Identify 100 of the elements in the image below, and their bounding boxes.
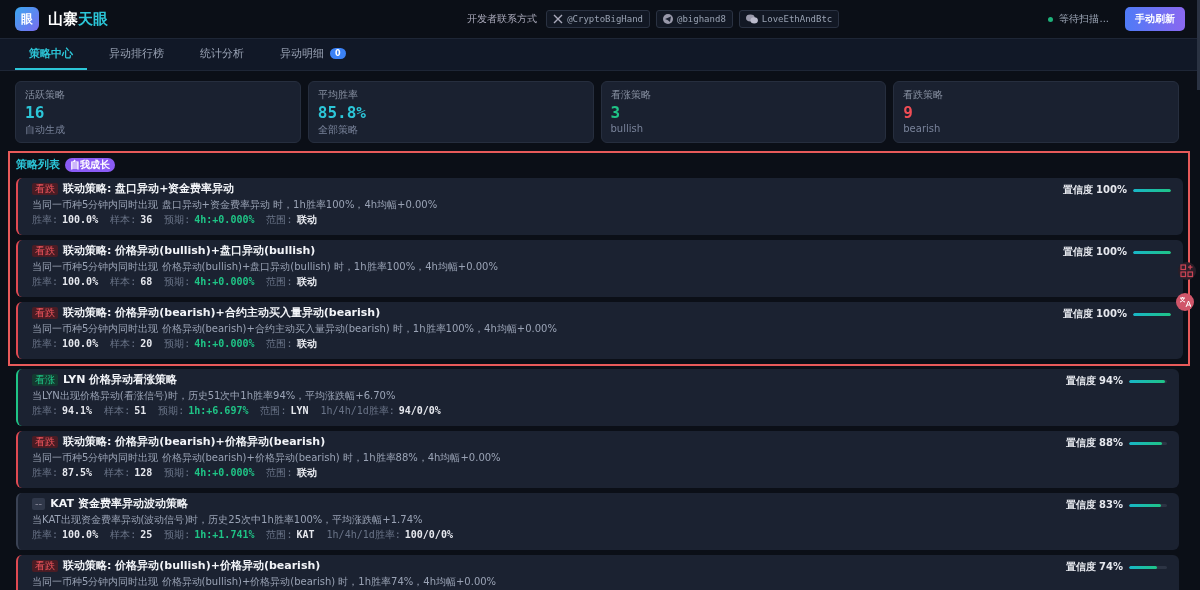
paper-plane-icon bbox=[663, 14, 674, 24]
count-badge: 0 bbox=[330, 48, 346, 59]
stat-caption: 自动生成 bbox=[25, 123, 66, 137]
chat-bubbles-icon bbox=[745, 14, 758, 24]
strategy-description: 当KAT出现资金费率异动(波动信号)时，历史25次中1h胜率100%，平均涨跌幅+1.74% bbox=[32, 513, 424, 526]
meta-label: 胜率: bbox=[32, 213, 59, 226]
strategy-description: 当同一币种5分钟内同时出现 盘口异动+资金费率异动 时，1h胜率100%，4h均幅+0.00% bbox=[32, 198, 439, 211]
meta-value: 100.0% bbox=[62, 337, 99, 350]
meta-value: LYN bbox=[290, 404, 309, 417]
meta-value: 100.0% bbox=[62, 213, 99, 226]
meta-value: 4h:+0.000% bbox=[194, 337, 255, 350]
confidence-label: 置信度 83% bbox=[1065, 498, 1123, 512]
tab[interactable]: 异动排行榜 bbox=[95, 39, 178, 70]
confidence-label: 置信度 88% bbox=[1065, 436, 1123, 450]
meta-label: 预期: bbox=[164, 275, 191, 288]
scrollbar[interactable] bbox=[1197, 0, 1200, 90]
contact-link[interactable]: @CryptoBigHand bbox=[546, 10, 651, 28]
meta-value: 联动 bbox=[296, 213, 317, 226]
stat-value: 9 bbox=[903, 103, 914, 122]
meta-label: 预期: bbox=[158, 404, 185, 417]
scan-status: 等待扫描... bbox=[1059, 12, 1109, 26]
direction-tag: 看跌 bbox=[32, 245, 58, 257]
strategy-title: KAT 资金费率异动波动策略 bbox=[50, 497, 188, 511]
status-dot bbox=[1048, 16, 1054, 22]
contact-link[interactable]: LoveEthAndBtc bbox=[738, 10, 840, 28]
meta-value: 4h:+0.000% bbox=[194, 275, 255, 288]
stat-label: 看跌策略 bbox=[903, 88, 945, 102]
confidence-label: 置信度 100% bbox=[1062, 307, 1127, 321]
meta-value: 4h:+0.000% bbox=[194, 466, 255, 479]
meta-value: 联动 bbox=[296, 337, 317, 350]
meta-label: 范围: bbox=[266, 466, 293, 479]
strategy-title: 联动策略: 价格异动(bearish)+合约主动买入量异动(bearish) bbox=[63, 306, 381, 320]
stat-label: 平均胜率 bbox=[317, 88, 359, 102]
strategy-description: 当同一币种5分钟内同时出现 价格异动(bullish)+价格异动(bearish) 时，1h胜率74%，4h均幅+0.00% bbox=[32, 575, 498, 588]
direction-tag: 看跌 bbox=[32, 436, 58, 448]
meta-value: 4h:+0.000% bbox=[194, 213, 255, 226]
logo-icon: 眼 bbox=[15, 7, 39, 31]
mode-badge: 自我成长 bbox=[65, 157, 115, 172]
x-logo-icon bbox=[553, 14, 564, 24]
confidence-label: 置信度 94% bbox=[1065, 374, 1123, 388]
direction-tag: -- bbox=[32, 498, 46, 510]
meta-label: 范围: bbox=[266, 528, 293, 541]
meta-label: 预期: bbox=[164, 213, 191, 226]
meta-label: 样本: bbox=[104, 404, 131, 417]
direction-tag: 看跌 bbox=[32, 183, 58, 195]
translate-icon[interactable] bbox=[1176, 293, 1194, 311]
meta-value: 100.0% bbox=[62, 528, 99, 541]
contact-link[interactable]: @bighand8 bbox=[656, 10, 733, 28]
meta-value: 94.1% bbox=[62, 404, 93, 417]
meta-label: 范围: bbox=[266, 275, 293, 288]
meta-value: 20 bbox=[140, 337, 153, 350]
tab[interactable]: 策略中心 bbox=[15, 39, 87, 70]
tab[interactable]: 异动明细 0 bbox=[266, 39, 360, 70]
meta-value: 68 bbox=[140, 275, 153, 288]
meta-label: 范围: bbox=[266, 213, 293, 226]
direction-tag: 看跌 bbox=[32, 560, 58, 572]
meta-value: 1h:+6.697% bbox=[188, 404, 249, 417]
meta-label: 胜率: bbox=[32, 404, 59, 417]
strategy-title: 联动策略: 盘口异动+资金费率异动 bbox=[63, 182, 235, 196]
meta-value: 94/0/0% bbox=[398, 404, 441, 417]
confidence-label: 置信度 100% bbox=[1062, 245, 1127, 259]
meta-value: 联动 bbox=[296, 466, 317, 479]
strategy-title: 联动策略: 价格异动(bearish)+价格异动(bearish) bbox=[63, 435, 326, 449]
meta-label: 预期: bbox=[164, 466, 191, 479]
meta-value: KAT bbox=[296, 528, 315, 541]
meta-value: 1h:+1.741% bbox=[194, 528, 255, 541]
meta-value: 36 bbox=[140, 213, 153, 226]
contact-label: 开发者联系方式 bbox=[467, 12, 538, 26]
meta-label: 预期: bbox=[164, 528, 191, 541]
meta-label: 样本: bbox=[110, 528, 137, 541]
stat-caption: bullish bbox=[610, 123, 645, 134]
refresh-button[interactable]: 手动刷新 bbox=[1125, 7, 1185, 31]
meta-label: 样本: bbox=[110, 275, 137, 288]
brand-name: 山寨天眼 bbox=[48, 9, 108, 29]
strategy-description: 当同一币种5分钟内同时出现 价格异动(bearish)+合约主动买入量异动(bearish) 时，1h胜率100%，4h均幅+0.00% bbox=[32, 322, 558, 335]
meta-label: 胜率: bbox=[32, 466, 59, 479]
tab[interactable]: 统计分析 bbox=[186, 39, 258, 70]
direction-tag: 看跌 bbox=[32, 307, 58, 319]
stat-label: 看涨策略 bbox=[610, 88, 652, 102]
meta-label: 胜率: bbox=[32, 337, 59, 350]
meta-label: 1h/4h/1d胜率: bbox=[326, 528, 401, 541]
meta-label: 范围: bbox=[260, 404, 287, 417]
section-title: 策略列表 bbox=[16, 157, 60, 172]
direction-tag: 看涨 bbox=[32, 374, 58, 386]
strategy-description: 当同一币种5分钟内同时出现 价格异动(bearish)+价格异动(bearish) 时，1h胜率88%，4h均幅+0.00% bbox=[32, 451, 502, 464]
stat-value: 16 bbox=[25, 103, 46, 122]
confidence-label: 置信度 100% bbox=[1062, 183, 1127, 197]
stat-label: 活跃策略 bbox=[25, 88, 66, 102]
meta-value: 51 bbox=[134, 404, 147, 417]
stat-caption: 全部策略 bbox=[317, 123, 359, 137]
meta-value: 100.0% bbox=[62, 275, 99, 288]
strategy-title: 联动策略: 价格异动(bullish)+价格异动(bearish) bbox=[63, 559, 321, 573]
meta-value: 100/0/0% bbox=[404, 528, 453, 541]
stat-value: 85.8% bbox=[317, 103, 367, 122]
apps-grid-icon[interactable] bbox=[1178, 262, 1196, 280]
strategy-description: 当同一币种5分钟内同时出现 价格异动(bullish)+盘口异动(bullish) 时，1h胜率100%，4h均幅+0.00% bbox=[32, 260, 499, 273]
meta-label: 样本: bbox=[110, 337, 137, 350]
confidence-label: 置信度 74% bbox=[1065, 560, 1123, 574]
meta-label: 范围: bbox=[266, 337, 293, 350]
meta-value: 联动 bbox=[296, 275, 317, 288]
